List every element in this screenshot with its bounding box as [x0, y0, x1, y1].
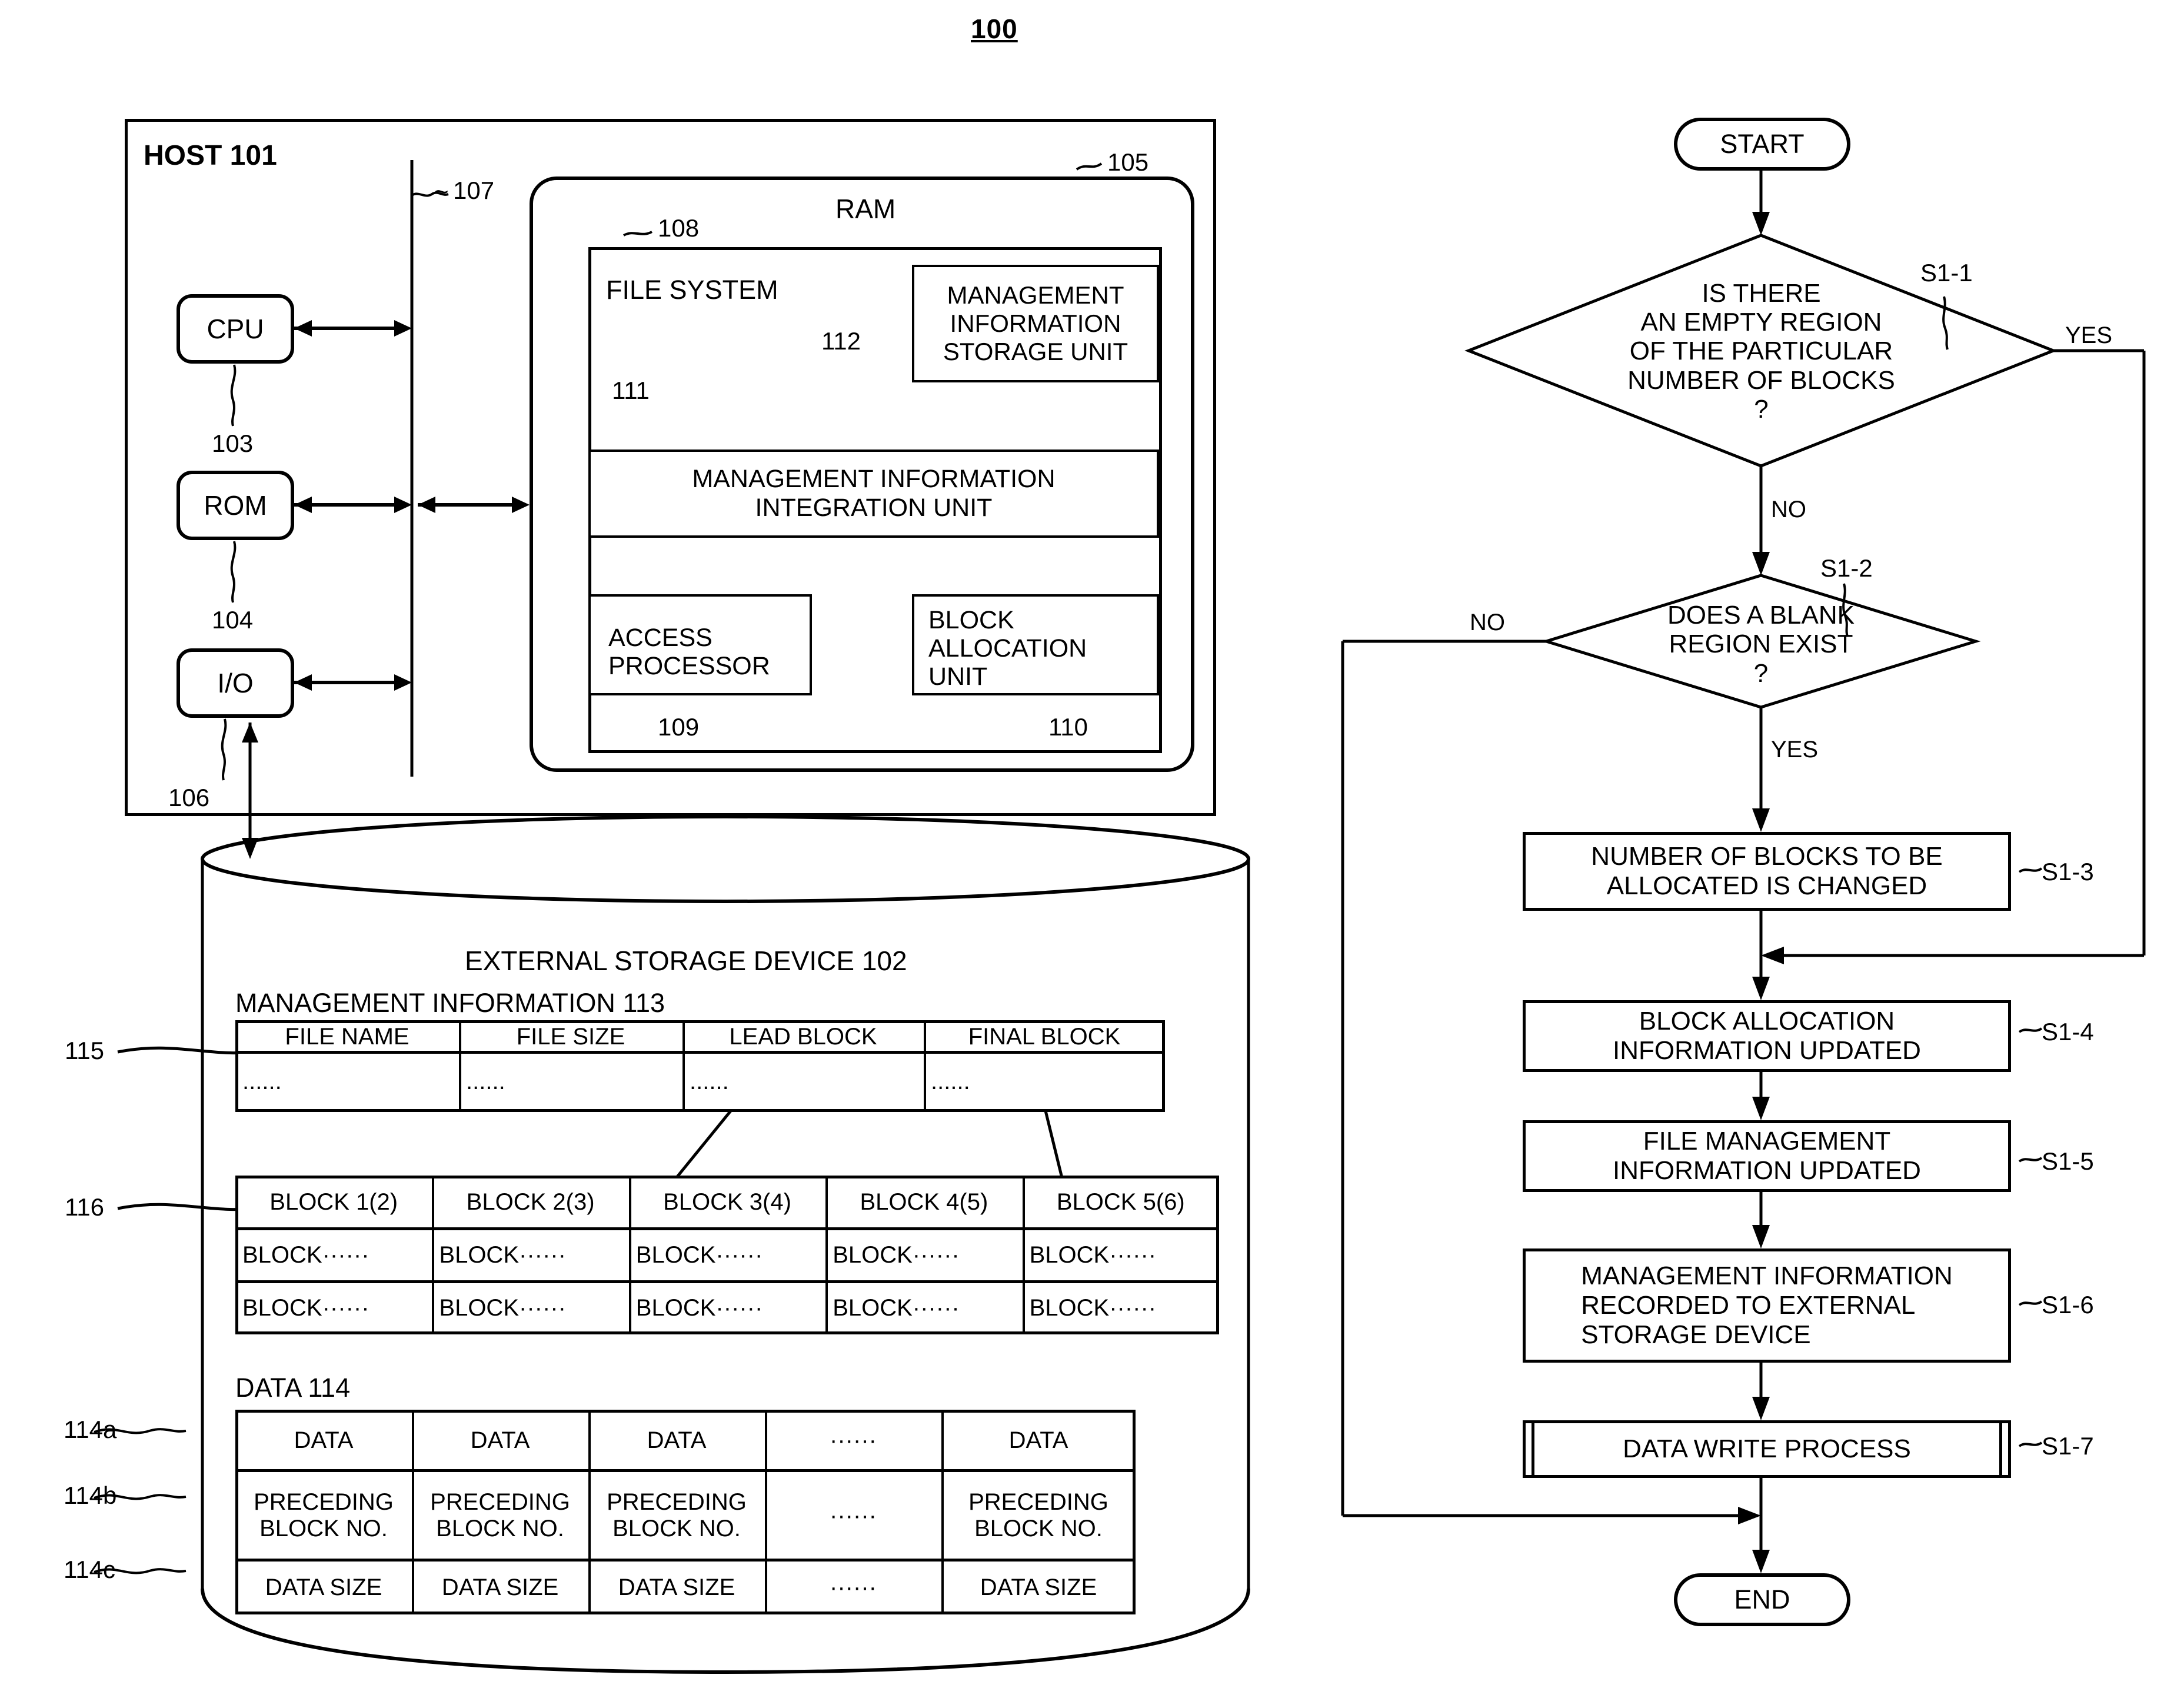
predefined-process-s1-7-ref: S1-7 [2042, 1432, 2094, 1460]
decision-s1-1-no-label: NO [1771, 497, 1806, 522]
flowchart-start-terminal: START [1674, 118, 1850, 171]
process-s1-6-ref: S1-6 [2042, 1291, 2094, 1319]
process-s1-3-box: NUMBER OF BLOCKS TO BE ALLOCATED IS CHANG… [1523, 832, 2011, 911]
flowchart-start-label: START [1720, 129, 1805, 159]
decision-s1-2-ref: S1-2 [1820, 554, 1873, 582]
decision-s1-2-text: DOES A BLANK REGION EXIST? [1667, 601, 1855, 688]
process-s1-6-label: MANAGEMENT INFORMATION RECORDED TO EXTERN… [1581, 1261, 1953, 1349]
process-s1-5-box: FILE MANAGEMENT INFORMATION UPDATED [1523, 1120, 2011, 1192]
process-s1-5-ref: S1-5 [2042, 1147, 2094, 1175]
process-s1-6-box: MANAGEMENT INFORMATION RECORDED TO EXTERN… [1523, 1248, 2011, 1363]
process-s1-3-label: NUMBER OF BLOCKS TO BE ALLOCATED IS CHANG… [1591, 842, 1943, 900]
process-s1-4-label: BLOCK ALLOCATION INFORMATION UPDATED [1613, 1007, 1921, 1065]
decision-s1-2-yes-label: YES [1771, 737, 1819, 763]
process-s1-5-label: FILE MANAGEMENT INFORMATION UPDATED [1613, 1127, 1921, 1185]
flowchart-end-terminal: END [1674, 1573, 1850, 1626]
decision-s1-2-no-label: NO [1470, 610, 1505, 635]
decision-s1-1-ref: S1-1 [1920, 259, 1973, 287]
predefined-process-s1-7-label: DATA WRITE PROCESS [1623, 1434, 1911, 1464]
process-s1-4-ref: S1-4 [2042, 1018, 2094, 1046]
decision-s1-1-yes-label: YES [2065, 322, 2113, 348]
process-s1-4-box: BLOCK ALLOCATION INFORMATION UPDATED [1523, 1000, 2011, 1072]
predefined-process-s1-7-box: DATA WRITE PROCESS [1523, 1420, 2011, 1478]
process-s1-3-ref: S1-3 [2042, 858, 2094, 885]
patent-figure-page: 100 HOST 101 107 ~ CPU 103 ROM 104 I/O 1… [0, 0, 2184, 1698]
decision-s1-1-text: IS THERE AN EMPTY REGION OF THE PARTICULAR… [1627, 278, 1895, 424]
flowchart-end-label: END [1734, 1584, 1790, 1614]
